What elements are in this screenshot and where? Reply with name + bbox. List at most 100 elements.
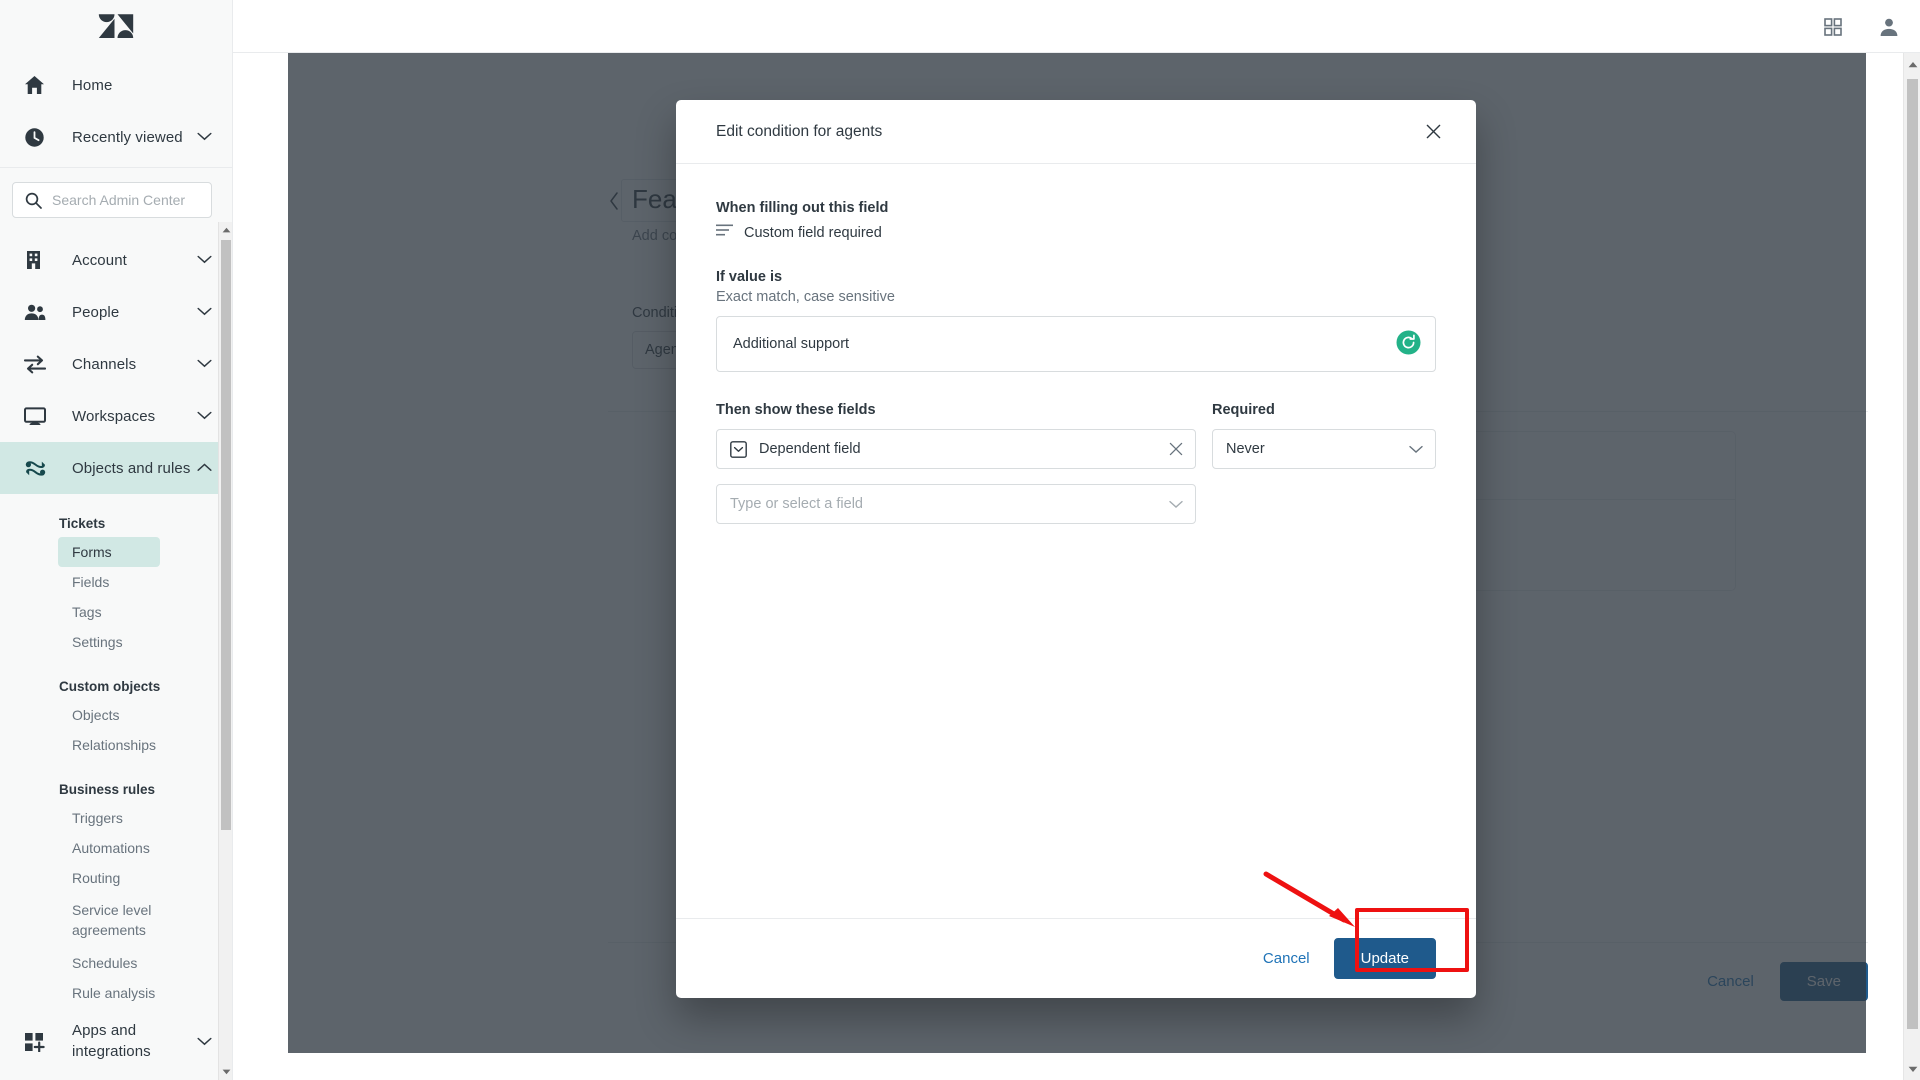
sidebar-item-label: Account bbox=[72, 251, 127, 269]
zendesk-admin-center-app: Features conditions Add conditions to re… bbox=[0, 0, 1920, 1080]
if-value-input[interactable]: Additional support bbox=[716, 316, 1436, 372]
monitor-icon bbox=[24, 406, 48, 426]
search-input[interactable] bbox=[52, 192, 212, 208]
text-lines-icon bbox=[716, 224, 733, 241]
sidebar-item-settings[interactable]: Settings bbox=[58, 627, 160, 657]
subnav-group-heading: Business rules bbox=[59, 782, 156, 797]
if-value-hint: Exact match, case sensitive bbox=[716, 289, 895, 305]
sidebar-item-label: Workspaces bbox=[72, 407, 156, 425]
sidebar-item-schedules[interactable]: Schedules bbox=[58, 948, 160, 978]
sidebar-item-apps-and-integrations[interactable]: Apps and integrations bbox=[0, 1016, 232, 1068]
sidebar-item-label: People bbox=[72, 303, 120, 321]
modal-cancel-button[interactable]: Cancel bbox=[1243, 940, 1330, 977]
close-icon[interactable] bbox=[1418, 117, 1448, 147]
chevron-down-icon bbox=[1409, 445, 1423, 454]
then-show-row: Then show these fields Dependent field T… bbox=[716, 402, 1436, 524]
required-select[interactable]: Never bbox=[1212, 429, 1436, 469]
sidebar: Home Recently viewed Search Admin Center… bbox=[0, 0, 233, 1080]
sidebar-item-label: Channels bbox=[72, 355, 137, 373]
sidebar-item-routing[interactable]: Routing bbox=[58, 863, 160, 893]
subnav-group-heading: Custom objects bbox=[59, 679, 161, 694]
chevron-down-icon bbox=[197, 1033, 212, 1051]
sidebar-item-home[interactable]: Home bbox=[0, 59, 232, 111]
modal-footer: Cancel Update bbox=[676, 918, 1476, 998]
objects-rules-icon bbox=[24, 458, 48, 479]
apps-plus-icon bbox=[24, 1032, 48, 1052]
chevron-down-icon bbox=[197, 407, 212, 425]
when-filling-label: When filling out this field bbox=[716, 200, 889, 216]
building-icon bbox=[24, 250, 48, 270]
people-icon bbox=[24, 304, 48, 321]
page-scroll-thumb[interactable] bbox=[1907, 79, 1918, 1029]
top-bar-actions bbox=[1820, 0, 1902, 53]
field-picker-input[interactable]: Type or select a field bbox=[716, 484, 1196, 524]
sidebar-item-triggers[interactable]: Triggers bbox=[58, 803, 160, 833]
zendesk-logo[interactable] bbox=[0, 0, 232, 53]
clock-icon bbox=[24, 127, 48, 148]
sidebar-item-channels[interactable]: Channels bbox=[0, 338, 232, 390]
field-picker-placeholder: Type or select a field bbox=[730, 496, 863, 512]
chevron-down-icon bbox=[197, 128, 212, 146]
when-filling-field: Custom field required bbox=[716, 224, 1436, 241]
dropdown-box-icon bbox=[730, 440, 748, 458]
sidebar-item-relationships[interactable]: Relationships bbox=[58, 730, 160, 760]
search-icon bbox=[25, 192, 42, 209]
chevron-down-icon bbox=[197, 303, 212, 321]
sidebar-item-automations[interactable]: Automations bbox=[58, 833, 160, 863]
sidebar-scroll-thumb[interactable] bbox=[221, 240, 231, 830]
if-value-label: If value is bbox=[716, 269, 783, 285]
refresh-spinner-icon bbox=[1396, 330, 1421, 359]
chevron-up-icon bbox=[197, 459, 212, 477]
sidebar-item-tags[interactable]: Tags bbox=[58, 597, 160, 627]
sidebar-item-objects-and-rules[interactable]: Objects and rules bbox=[0, 442, 232, 494]
sidebar-scrollbar[interactable] bbox=[218, 222, 232, 1080]
sidebar-item-rule-analysis[interactable]: Rule analysis bbox=[58, 978, 160, 1008]
sidebar-subnav: Tickets Forms Fields Tags Settings Custo… bbox=[0, 494, 232, 1008]
subnav-group-heading: Tickets bbox=[59, 516, 106, 531]
sidebar-item-label: Objects and rules bbox=[72, 459, 191, 477]
sidebar-item-account[interactable]: Account bbox=[0, 234, 232, 286]
required-value: Never bbox=[1226, 441, 1265, 457]
then-show-column: Then show these fields Dependent field T… bbox=[716, 402, 1196, 524]
required-column: Required Never bbox=[1212, 402, 1436, 524]
sidebar-item-forms[interactable]: Forms bbox=[58, 537, 160, 567]
scroll-down-arrow-icon[interactable] bbox=[219, 1064, 232, 1080]
then-show-label: Then show these fields bbox=[716, 402, 876, 418]
sidebar-search bbox=[0, 168, 232, 234]
scroll-down-arrow-icon[interactable] bbox=[1904, 1060, 1920, 1078]
page-scrollbar[interactable] bbox=[1903, 53, 1920, 1080]
modal-header: Edit condition for agents bbox=[676, 100, 1476, 164]
sidebar-item-label: Recently viewed bbox=[72, 128, 183, 146]
sidebar-item-fields[interactable]: Fields bbox=[58, 567, 160, 597]
sidebar-item-label: Home bbox=[72, 76, 113, 94]
sidebar-top-nav: Home Recently viewed bbox=[0, 53, 232, 163]
scroll-up-arrow-icon[interactable] bbox=[1904, 55, 1920, 73]
sidebar-item-service-level-agreements[interactable]: Service level agreements bbox=[58, 893, 160, 948]
scroll-up-arrow-icon[interactable] bbox=[219, 222, 232, 238]
sidebar-sections: Account People Channels Workspaces Objec… bbox=[0, 234, 232, 494]
modal-title: Edit condition for agents bbox=[716, 122, 883, 140]
sidebar-item-recently-viewed[interactable]: Recently viewed bbox=[0, 111, 232, 163]
close-x-icon[interactable] bbox=[1169, 442, 1183, 456]
chevron-down-icon bbox=[1169, 500, 1183, 509]
required-label: Required bbox=[1212, 402, 1275, 418]
chevron-down-icon bbox=[197, 251, 212, 269]
modal-body: When filling out this field Custom field… bbox=[676, 164, 1476, 918]
sidebar-item-objects[interactable]: Objects bbox=[58, 700, 160, 730]
modal-update-button[interactable]: Update bbox=[1333, 938, 1436, 979]
if-value-text: Additional support bbox=[733, 336, 850, 352]
sidebar-item-people[interactable]: People bbox=[0, 286, 232, 338]
top-bar bbox=[0, 0, 1920, 53]
selected-field-row[interactable]: Dependent field bbox=[716, 429, 1196, 469]
chevron-down-icon bbox=[197, 355, 212, 373]
grid-apps-icon[interactable] bbox=[1820, 14, 1846, 40]
channels-arrows-icon bbox=[24, 355, 48, 374]
sidebar-item-workspaces[interactable]: Workspaces bbox=[0, 390, 232, 442]
selected-field-name: Dependent field bbox=[759, 441, 861, 457]
edit-condition-modal: Edit condition for agents When filling o… bbox=[676, 100, 1476, 998]
when-filling-field-name: Custom field required bbox=[744, 224, 882, 241]
search-box[interactable] bbox=[12, 182, 212, 218]
user-avatar-icon[interactable] bbox=[1876, 14, 1902, 40]
home-icon bbox=[24, 75, 48, 95]
sidebar-item-label: Apps and integrations bbox=[72, 1022, 151, 1060]
